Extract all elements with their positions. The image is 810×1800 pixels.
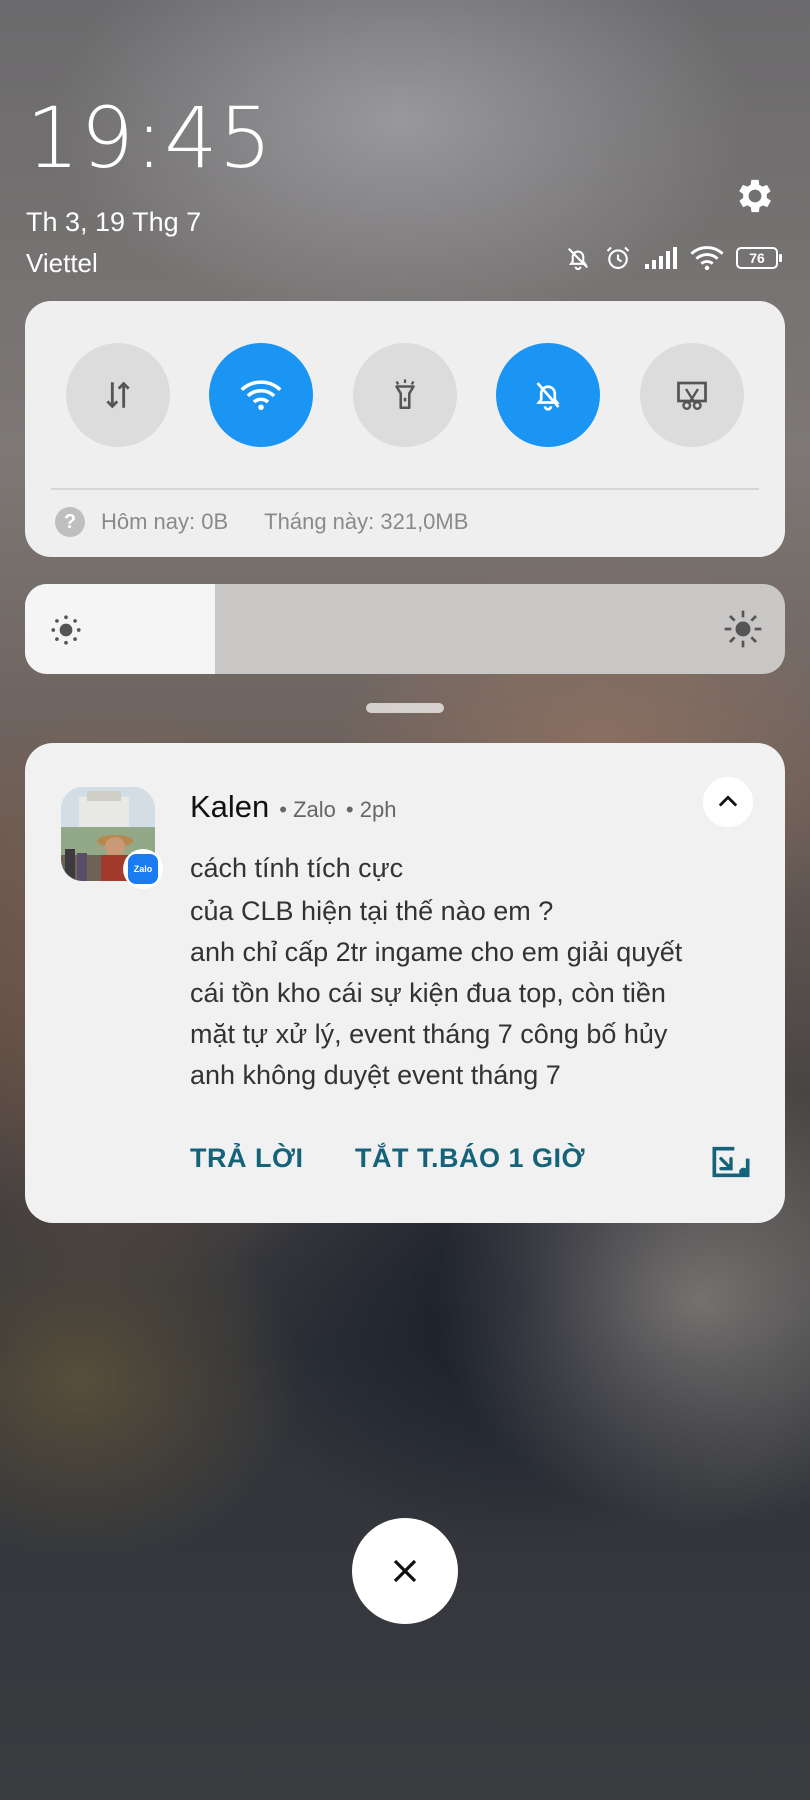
message-line: mặt tự xử lý, event tháng 7 công bố hủy: [190, 1019, 668, 1049]
quick-settings-panel: ? Hôm nay: 0B Tháng này: 321,0MB: [25, 301, 785, 557]
battery-level: 76: [749, 250, 765, 266]
date: Th 3, 19 Thg 7: [26, 207, 202, 237]
data-usage-month: Tháng này: 321,0MB: [264, 509, 469, 534]
message-line: anh không duyệt event tháng 7: [190, 1060, 561, 1090]
zalo-logo: Zalo: [128, 854, 158, 884]
mute-1-hour-button[interactable]: TẮT T.BÁO 1 GIỜ: [355, 1143, 585, 1174]
screenshot-toggle[interactable]: [640, 343, 744, 447]
brightness-slider[interactable]: [25, 584, 785, 674]
bell-off-icon: [536, 382, 560, 411]
floating-window-icon[interactable]: [711, 1145, 751, 1179]
flashlight-toggle[interactable]: [353, 343, 457, 447]
silent-toggle[interactable]: [496, 343, 600, 447]
brightness-low-icon: [51, 615, 81, 645]
help-icon[interactable]: ?: [55, 507, 85, 537]
divider: [51, 488, 759, 490]
zalo-app-badge: Zalo: [123, 849, 163, 889]
notification-time: • 2ph: [345, 797, 397, 822]
wifi-icon: [690, 246, 724, 271]
notification-card[interactable]: Zalo Kalen • Zalo • 2ph cách tính tích c…: [25, 743, 785, 1223]
clear-all-button[interactable]: [352, 1518, 458, 1624]
alarm-icon: [606, 246, 630, 269]
close-icon: [393, 1559, 417, 1583]
sender-name: Kalen: [190, 789, 270, 824]
reply-button[interactable]: TRẢ LỜI: [190, 1143, 304, 1174]
app-name: • Zalo: [279, 797, 336, 822]
gear-icon[interactable]: [733, 174, 777, 218]
drag-handle[interactable]: [366, 703, 444, 713]
message-line: cách tính tích cực: [190, 853, 404, 883]
message-line: anh chỉ cấp 2tr ingame cho em giải quyết: [190, 937, 683, 967]
message-line: của CLB hiện tại thế nào em ?: [190, 896, 554, 926]
status-icons: 76: [564, 244, 782, 272]
mobile-data-icon: [106, 381, 130, 409]
notification-header: Kalen • Zalo • 2ph: [190, 789, 396, 825]
battery-indicator: 76: [736, 247, 782, 269]
chevron-up-icon: [718, 795, 738, 807]
flashlight-icon: [395, 379, 415, 410]
wifi-toggle[interactable]: [209, 343, 313, 447]
carrier-name: Viettel: [26, 248, 98, 278]
message-line: cái tồn kho cái sự kiện đua top, còn tiề…: [190, 978, 666, 1008]
brightness-high-icon: [724, 610, 762, 648]
data-usage-today: Hôm nay: 0B: [101, 509, 229, 534]
wifi-icon: [240, 380, 282, 411]
signal-icon: [645, 247, 677, 269]
data-usage-row: ? Hôm nay: 0B Tháng này: 321,0MB: [55, 507, 468, 537]
collapse-button[interactable]: [703, 777, 753, 827]
screenshot-icon: [677, 381, 707, 410]
mobile-data-toggle[interactable]: [66, 343, 170, 447]
clock: 19:45: [26, 89, 274, 187]
bell-off-icon: [567, 247, 589, 271]
